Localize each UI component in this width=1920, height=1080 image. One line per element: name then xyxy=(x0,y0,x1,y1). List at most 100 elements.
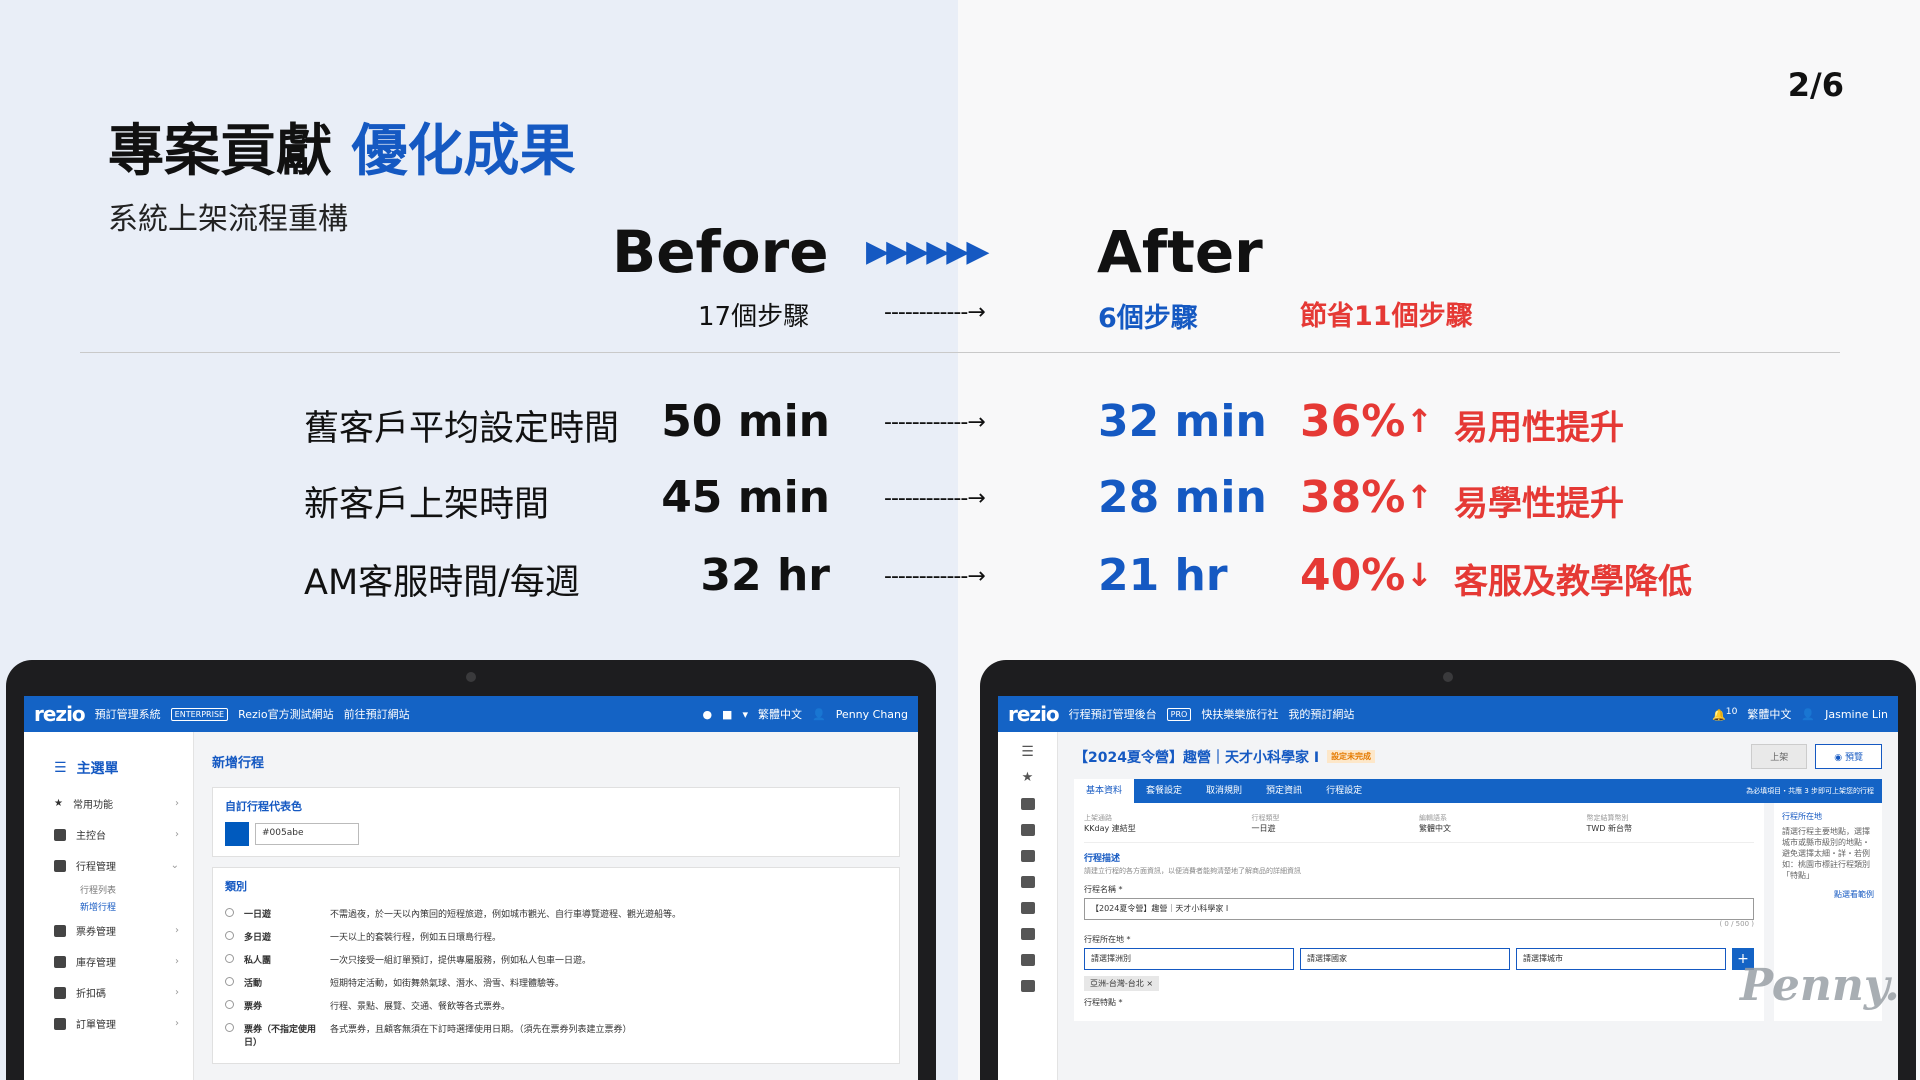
user-menu[interactable]: Penny Chang xyxy=(836,708,908,721)
country-select[interactable]: 請選擇國家 xyxy=(1300,948,1510,970)
example-link[interactable]: 點選看範例 xyxy=(1782,889,1874,900)
sidebar-item-label: 票券管理 xyxy=(76,927,116,938)
ticket-icon[interactable] xyxy=(1020,850,1035,862)
before-laptop: rezio 預訂管理系統 ENTERPRISE Rezio官方測試網站 前往預訂… xyxy=(6,660,936,1080)
chevron-right-icon: › xyxy=(175,829,179,840)
location-chip[interactable]: 亞洲-台灣-台北 × xyxy=(1084,976,1160,991)
sidebar-item-products[interactable]: 行程管理 ⌄ xyxy=(24,850,193,881)
radio-icon xyxy=(225,931,234,940)
star-icon[interactable]: ★ xyxy=(1021,771,1035,784)
color-input[interactable]: #005abe xyxy=(255,823,359,845)
user-icon: 👤 xyxy=(1801,707,1816,721)
language-select[interactable]: 繁體中文 xyxy=(1747,706,1791,722)
product-header: 【2024夏令營】趣營｜天才小科學家 I 設定未完成 上架 ◉ 預覽 xyxy=(1074,744,1882,769)
language-select[interactable]: 繁體中文 xyxy=(758,706,802,722)
location-row: 請選擇洲別 請選擇國家 請選擇城市 + xyxy=(1084,948,1754,970)
metric-percent: 38% xyxy=(1300,472,1406,523)
sidebar-item-orders[interactable]: 訂單管理 › xyxy=(24,1008,193,1039)
user-menu[interactable]: Jasmine Lin xyxy=(1825,708,1888,721)
plan-badge: PRO xyxy=(1166,707,1192,721)
category-option[interactable]: 活動 短期特定活動，如街舞熱氣球、潛水、滑雪、料理體驗等。 xyxy=(225,971,887,994)
metric-improvement: 易用性提升 xyxy=(1454,408,1624,448)
chevron-right-icon: › xyxy=(175,925,179,936)
inventory-icon xyxy=(54,955,66,968)
sidebar-item-favorites[interactable]: ★ 常用功能 › xyxy=(24,788,193,819)
theme-label: 行程特點 * xyxy=(1084,998,1123,1007)
continent-select[interactable]: 請選擇洲別 xyxy=(1084,948,1294,970)
calendar-icon[interactable] xyxy=(1020,876,1035,888)
submenu-product-list[interactable]: 行程列表 xyxy=(24,881,193,898)
expand-icon[interactable] xyxy=(1020,954,1035,966)
product-tabs: 基本資料 套餐設定 取消規則 預定資訊 行程設定 為必填項目・共應 3 步即可上… xyxy=(1074,779,1882,803)
city-select[interactable]: 請選擇城市 xyxy=(1516,948,1726,970)
preview-button[interactable]: ◉ 預覽 xyxy=(1815,744,1882,769)
category-option[interactable]: 票券（不指定使用日） 各式票券，且顧客無須在下訂時選擇使用日期。（須先在票券列表建… xyxy=(225,1017,887,1053)
sidebar-item-label: 庫存管理 xyxy=(76,958,116,969)
before-screen: rezio 預訂管理系統 ENTERPRISE Rezio官方測試網站 前往預訂… xyxy=(24,696,918,1080)
before-main: 新增行程 自訂行程代表色 #005abe 類別 一日遊 不需過夜，於一天以內策回的… xyxy=(194,732,918,1080)
radio-icon xyxy=(225,1000,234,1009)
tab-basic-info[interactable]: 基本資料 xyxy=(1074,779,1135,803)
page-number: 2/6 xyxy=(1787,66,1844,104)
hamburger-icon[interactable]: ☰ xyxy=(54,760,67,776)
before-heading: Before xyxy=(612,218,829,286)
download-icon[interactable] xyxy=(1020,980,1035,992)
chevron-right-icon: › xyxy=(175,798,179,809)
sidebar-item-discounts[interactable]: 折扣碼 › xyxy=(24,977,193,1008)
category-option[interactable]: 一日遊 不需過夜，於一天以內策回的短程旅遊，例如城市觀光、自行車導覽遊程、觀光遊船… xyxy=(225,902,887,925)
submenu-add-product[interactable]: 新增行程 xyxy=(24,898,193,915)
rezio-logo[interactable]: rezio xyxy=(34,702,86,726)
info-icon[interactable]: ● xyxy=(702,708,712,721)
metric-improvement: 易學性提升 xyxy=(1454,484,1624,524)
category-option[interactable]: 私人團 一次只接受一組訂單預訂，提供專屬服務，例如私人包車一日遊。 xyxy=(225,948,887,971)
tab-cancellation[interactable]: 取消規則 xyxy=(1194,779,1254,803)
title-highlight: 優化成果 xyxy=(351,119,576,184)
category-option[interactable]: 票券 行程、景點、展覽、交通、餐飲等各式票券。 xyxy=(225,994,887,1017)
info-value: KKday 連結型 xyxy=(1084,824,1136,833)
chevrons-icon: ▶▶▶▶▶▶ xyxy=(866,234,989,269)
tab-booking-info[interactable]: 預定資訊 xyxy=(1254,779,1314,803)
tab-product-settings[interactable]: 行程設定 xyxy=(1314,779,1374,803)
document-icon[interactable] xyxy=(1020,928,1035,940)
sidebar-item-label: 訂單管理 xyxy=(76,1020,116,1031)
after-heading: After xyxy=(1097,218,1263,286)
info-key: 幣定結算幣別 xyxy=(1586,814,1629,822)
hamburger-icon[interactable]: ☰ xyxy=(1021,745,1035,759)
metric-arrow: ------------→ xyxy=(884,410,986,435)
metric-before: 32 hr xyxy=(700,550,830,601)
publish-button[interactable]: 上架 xyxy=(1751,744,1808,769)
camera-icon xyxy=(466,672,476,682)
before-topbar: rezio 預訂管理系統 ENTERPRISE Rezio官方測試網站 前往預訂… xyxy=(24,696,918,732)
dashboard-icon[interactable] xyxy=(1020,798,1035,810)
menu-header[interactable]: ☰ 主選單 xyxy=(24,758,193,788)
external-link[interactable]: 前往預訂網站 xyxy=(344,706,410,722)
document-icon xyxy=(54,1017,66,1030)
notification-icon[interactable]: ▾ xyxy=(742,708,748,721)
edition-badge: ENTERPRISE xyxy=(170,707,229,721)
char-count: ( 0 / 500 ) xyxy=(1719,920,1754,928)
up-arrow-icon: ↑ xyxy=(1406,478,1433,516)
tab-packages[interactable]: 套餐設定 xyxy=(1134,779,1194,803)
title-main: 專案貢獻 xyxy=(108,119,332,184)
notification-icon[interactable]: 🔔10 xyxy=(1712,706,1737,722)
chevron-right-icon: › xyxy=(175,956,179,967)
notification-count: 10 xyxy=(1725,706,1738,718)
company-select[interactable]: 快扶樂樂旅行社 xyxy=(1201,706,1278,722)
sidebar-item-tickets[interactable]: 票券管理 › xyxy=(24,915,193,946)
folder-icon[interactable] xyxy=(1020,824,1035,836)
color-swatch[interactable] xyxy=(225,822,249,846)
radio-icon xyxy=(225,954,234,963)
info-value: TWD 新台幣 xyxy=(1586,824,1633,833)
message-icon[interactable]: ■ xyxy=(722,708,732,721)
sidebar-item-dashboard[interactable]: 主控台 › xyxy=(24,819,193,850)
rezio-logo[interactable]: rezio xyxy=(1008,702,1060,726)
category-option[interactable]: 多日遊 一天以上的套裝行程，例如五日環島行程。 xyxy=(225,925,887,948)
sidebar-item-inventory[interactable]: 庫存管理 › xyxy=(24,946,193,977)
booking-site-link[interactable]: 我的預訂網站 xyxy=(1288,706,1354,722)
sidebar-item-label: 常用功能 xyxy=(72,800,113,811)
penny-watermark: Penny. xyxy=(1740,960,1900,1011)
chevron-right-icon: › xyxy=(175,1018,179,1029)
product-name-input[interactable]: 【2024夏令營】趣營｜天才小科學家 I xyxy=(1084,898,1754,920)
tag-icon[interactable] xyxy=(1020,902,1035,914)
description-section-title: 行程描述 xyxy=(1084,854,1121,864)
